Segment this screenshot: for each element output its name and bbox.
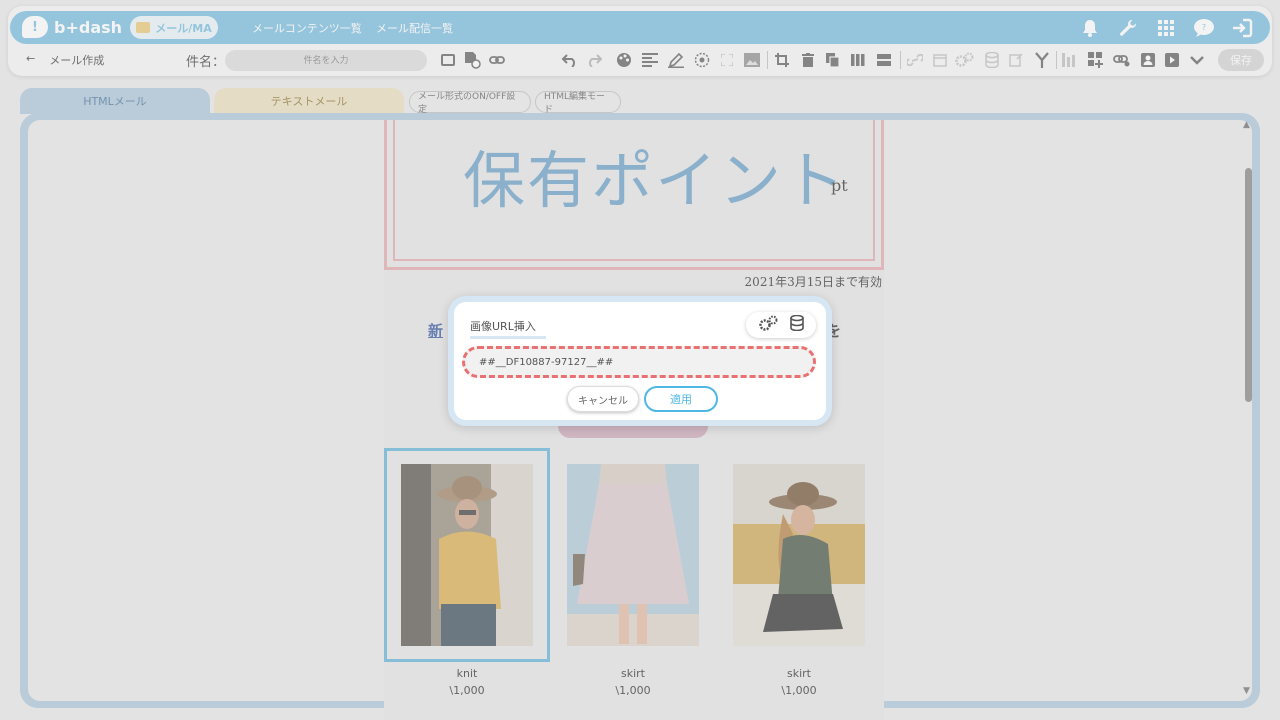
undo-icon[interactable] <box>560 50 580 70</box>
product-photo-skirt[interactable] <box>733 464 865 646</box>
svg-text:?: ? <box>1202 23 1206 32</box>
rows-icon[interactable] <box>874 50 894 70</box>
contact-card-icon[interactable] <box>1138 50 1158 70</box>
fullscreen-icon[interactable] <box>717 50 737 70</box>
chat-help-icon[interactable]: ? <box>1192 16 1216 40</box>
bell-icon[interactable] <box>1078 16 1102 40</box>
preview-icon[interactable] <box>438 50 458 70</box>
toolbar-separator <box>767 51 768 69</box>
logo-text: b+dash <box>54 17 123 37</box>
crop-icon[interactable] <box>772 50 792 70</box>
chevron-down-icon[interactable] <box>1187 50 1207 70</box>
header-icons: ? <box>1078 16 1254 40</box>
apps-grid-icon[interactable] <box>1154 16 1178 40</box>
tab-text-mail[interactable]: テキストメール <box>214 88 404 114</box>
edit-note-icon[interactable] <box>1006 50 1026 70</box>
main-nav: ! b+dash メール/MA メールコンテンツ一覧 メール配信一覧 ? <box>10 11 1270 44</box>
align-left-icon[interactable] <box>640 50 660 70</box>
dialog-title: 画像URL挿入 <box>470 318 546 339</box>
link-icon[interactable] <box>905 50 925 70</box>
link-settings-icon[interactable] <box>488 50 508 70</box>
nav-mail-delivery[interactable]: メール配信一覧 <box>376 20 453 36</box>
calendar-icon[interactable] <box>930 50 950 70</box>
database-icon[interactable] <box>982 50 1002 70</box>
logout-icon[interactable] <box>1230 16 1254 40</box>
logo-icon: ! <box>22 16 48 38</box>
product-card[interactable] <box>716 448 882 662</box>
image-url-input[interactable] <box>462 346 816 378</box>
new-item-link[interactable]: 新 <box>428 320 443 341</box>
scrollbar-thumb[interactable] <box>1245 168 1252 402</box>
product-card[interactable] <box>550 448 716 662</box>
product-photo-skirt[interactable] <box>567 464 699 646</box>
branch-icon[interactable] <box>1032 50 1052 70</box>
dialog-tools <box>746 312 816 338</box>
folder-icon <box>136 22 151 33</box>
tab-html-mail[interactable]: HTMLメール <box>20 88 210 114</box>
mail-format-toggle-button[interactable]: メール形式のON/OFF設定 <box>409 91 531 115</box>
database-icon[interactable] <box>790 314 804 335</box>
trash-icon[interactable] <box>798 50 818 70</box>
back-button[interactable]: ← メール作成 <box>26 52 104 68</box>
palette-icon[interactable] <box>614 50 634 70</box>
nav-mail-contents[interactable]: メールコンテンツ一覧 <box>252 20 362 36</box>
save-button[interactable]: 保存 <box>1218 49 1264 71</box>
subject-label: 件名： <box>186 55 226 70</box>
product-name: skirt <box>621 667 645 680</box>
scroll-up-arrow[interactable]: ▲ <box>1243 120 1250 130</box>
editor-toolbar: ← メール作成 件名： 件名を入力 保存 <box>10 47 1270 74</box>
points-title: 保有ポイント <box>463 144 848 217</box>
toolbar-separator <box>1056 51 1057 69</box>
schedule-file-icon[interactable] <box>462 50 482 70</box>
bar-chart-icon[interactable] <box>1060 50 1080 70</box>
product-price: \1,000 <box>449 684 485 697</box>
back-label: メール作成 <box>49 54 105 67</box>
pen-icon[interactable] <box>666 50 686 70</box>
redo-icon[interactable] <box>584 50 604 70</box>
product-price: \1,000 <box>781 684 817 697</box>
link-gear-icon[interactable] <box>1112 50 1132 70</box>
gears-icon[interactable] <box>758 315 778 335</box>
product-name: skirt <box>787 667 811 680</box>
wrench-icon[interactable] <box>1116 16 1140 40</box>
apply-button[interactable]: 適用 <box>644 386 718 412</box>
product-name: knit <box>456 667 478 680</box>
columns-icon[interactable] <box>848 50 868 70</box>
cancel-button[interactable]: キャンセル <box>567 386 639 412</box>
logo[interactable]: ! b+dash <box>22 16 122 38</box>
subject-input[interactable] <box>225 50 427 71</box>
copy-icon[interactable] <box>823 50 843 70</box>
image-url-dialog: 画像URL挿入 キャンセル 適用 <box>448 296 832 426</box>
product-price: \1,000 <box>615 684 651 697</box>
arrow-left-icon: ← <box>26 52 36 65</box>
toolbar-separator <box>900 51 901 69</box>
points-unit: pt <box>831 176 848 195</box>
image-icon[interactable] <box>742 50 762 70</box>
points-banner[interactable]: 保有ポイント pt <box>384 120 884 270</box>
nav-mail-ma-label: メール/MA <box>155 21 212 35</box>
video-icon[interactable] <box>1162 50 1182 70</box>
valid-until-text: 2021年3月15日まで有効 <box>744 275 882 289</box>
scroll-down-arrow[interactable]: ▼ <box>1243 686 1250 696</box>
html-edit-mode-button[interactable]: HTML編集モード <box>535 91 621 115</box>
nav-mail-ma[interactable]: メール/MA <box>130 16 218 39</box>
target-icon[interactable] <box>692 50 712 70</box>
add-block-icon[interactable] <box>1086 50 1106 70</box>
product-photo-knit[interactable] <box>401 464 533 646</box>
product-card-selected[interactable] <box>384 448 550 662</box>
gears-icon[interactable] <box>954 50 974 70</box>
